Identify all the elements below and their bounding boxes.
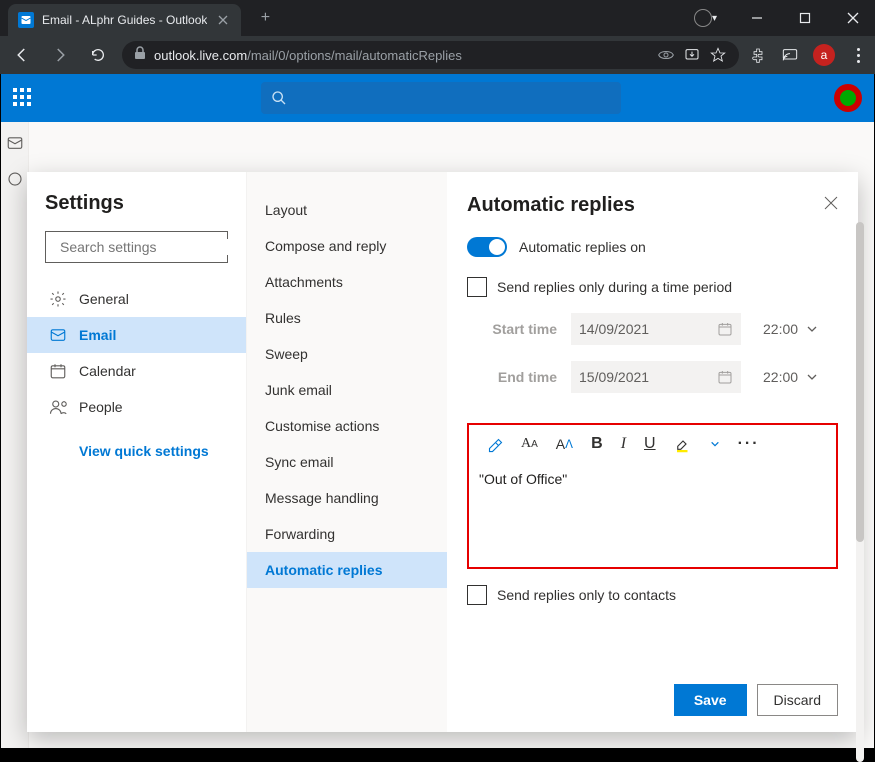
subnav-automatic-replies[interactable]: Automatic replies [247, 552, 447, 588]
nav-calendar[interactable]: Calendar [27, 353, 246, 389]
contacts-only-checkbox[interactable] [467, 585, 487, 605]
address-bar[interactable]: outlook.live.com/mail/0/options/mail/aut… [122, 41, 739, 69]
settings-title: Settings [45, 192, 234, 215]
maximize-button[interactable] [783, 2, 827, 34]
highlight-button[interactable] [674, 435, 692, 453]
eye-icon[interactable] [657, 46, 675, 64]
browser-menu-button[interactable] [849, 48, 867, 63]
settings-detail-panel: Automatic replies Automatic replies on S… [447, 172, 858, 732]
discard-button[interactable]: Discard [757, 684, 838, 716]
more-options-chevron[interactable] [710, 439, 720, 449]
mail-icon [49, 326, 67, 344]
close-window-button[interactable] [831, 2, 875, 34]
calendar-icon [49, 362, 67, 380]
settings-nav-secondary: Layout Compose and reply Attachments Rul… [247, 172, 447, 732]
editor-toolbar: AA Aᐱ B I U ··· [469, 425, 836, 463]
tab-title: Email - ALphr Guides - Outlook [42, 13, 207, 27]
overflow-menu-icon[interactable]: ··· [738, 435, 760, 453]
view-quick-settings-link[interactable]: View quick settings [79, 443, 234, 459]
subnav-compose[interactable]: Compose and reply [247, 228, 447, 264]
profile-avatar[interactable]: a [813, 44, 835, 66]
start-time-label: Start time [487, 321, 557, 337]
outlook-header [1, 74, 874, 122]
back-button[interactable] [8, 41, 36, 69]
end-date-input[interactable]: 15/09/2021 [571, 361, 741, 393]
settings-nav-primary: Settings General Email Calendar People [27, 172, 247, 732]
subnav-customise[interactable]: Customise actions [247, 408, 447, 444]
minimize-button[interactable] [735, 2, 779, 34]
app-launcher-icon[interactable] [13, 88, 33, 108]
search-settings-input[interactable] [54, 239, 241, 255]
panel-title: Automatic replies [467, 194, 635, 217]
font-size-icon[interactable]: Aᐱ [556, 436, 573, 452]
reply-editor[interactable]: "Out of Office" [469, 463, 836, 567]
end-time-select[interactable]: 22:00 [751, 369, 818, 385]
bold-button[interactable]: B [591, 435, 603, 453]
more-rail-icon[interactable] [6, 170, 24, 188]
browser-toolbar: outlook.live.com/mail/0/options/mail/aut… [0, 36, 875, 74]
forward-button[interactable] [46, 41, 74, 69]
nav-people[interactable]: People [27, 389, 246, 425]
end-time-label: End time [487, 369, 557, 385]
contacts-only-label: Send replies only to contacts [497, 587, 676, 603]
people-icon [49, 398, 67, 416]
calendar-picker-icon [717, 321, 733, 337]
header-app-icon[interactable] [834, 84, 862, 112]
outlook-favicon [18, 12, 34, 28]
save-button[interactable]: Save [674, 684, 747, 716]
url-text: outlook.live.com/mail/0/options/mail/aut… [154, 48, 649, 63]
subnav-layout[interactable]: Layout [247, 192, 447, 228]
reply-editor-highlight: AA Aᐱ B I U ··· "Out of Office" [467, 423, 838, 569]
install-icon[interactable] [683, 46, 701, 64]
underline-button[interactable]: U [644, 435, 656, 453]
bookmark-star-icon[interactable] [709, 46, 727, 64]
account-indicator-icon[interactable] [694, 9, 712, 27]
reload-button[interactable] [84, 41, 112, 69]
start-time-select[interactable]: 22:00 [751, 321, 818, 337]
chevron-down-icon[interactable]: ▾ [712, 13, 717, 24]
cast-icon[interactable] [781, 46, 799, 64]
start-date-input[interactable]: 14/09/2021 [571, 313, 741, 345]
format-painter-icon[interactable] [485, 435, 503, 453]
time-period-checkbox[interactable] [467, 277, 487, 297]
automatic-replies-toggle-label: Automatic replies on [519, 239, 646, 255]
calendar-picker-icon [717, 369, 733, 385]
italic-button[interactable]: I [621, 435, 626, 453]
subnav-sync[interactable]: Sync email [247, 444, 447, 480]
time-period-label: Send replies only during a time period [497, 279, 732, 295]
subnav-rules[interactable]: Rules [247, 300, 447, 336]
subnav-sweep[interactable]: Sweep [247, 336, 447, 372]
lock-icon [134, 46, 146, 65]
extensions-icon[interactable] [749, 46, 767, 64]
chevron-down-icon [806, 371, 818, 383]
automatic-replies-toggle[interactable] [467, 237, 507, 257]
nav-general[interactable]: General [27, 281, 246, 317]
left-rail [1, 122, 29, 748]
scrollbar-thumb[interactable] [856, 222, 864, 542]
subnav-junk[interactable]: Junk email [247, 372, 447, 408]
chevron-down-icon [806, 323, 818, 335]
gear-icon [49, 290, 67, 308]
nav-email[interactable]: Email [27, 317, 246, 353]
panel-footer: Save Discard [467, 670, 838, 716]
browser-titlebar: Email - ALphr Guides - Outlook + ▾ [0, 0, 875, 36]
subnav-forwarding[interactable]: Forwarding [247, 516, 447, 552]
font-family-icon[interactable]: AA [521, 436, 538, 452]
new-tab-button[interactable]: + [251, 4, 279, 32]
tab-close-button[interactable] [215, 12, 231, 28]
search-settings[interactable] [45, 231, 228, 263]
mail-rail-icon[interactable] [6, 134, 24, 152]
subnav-message-handling[interactable]: Message handling [247, 480, 447, 516]
subnav-attachments[interactable]: Attachments [247, 264, 447, 300]
outlook-search-bar[interactable] [261, 82, 621, 114]
browser-tab[interactable]: Email - ALphr Guides - Outlook [8, 4, 241, 36]
close-panel-button[interactable] [824, 196, 838, 215]
settings-panel: Settings General Email Calendar People [27, 172, 858, 732]
